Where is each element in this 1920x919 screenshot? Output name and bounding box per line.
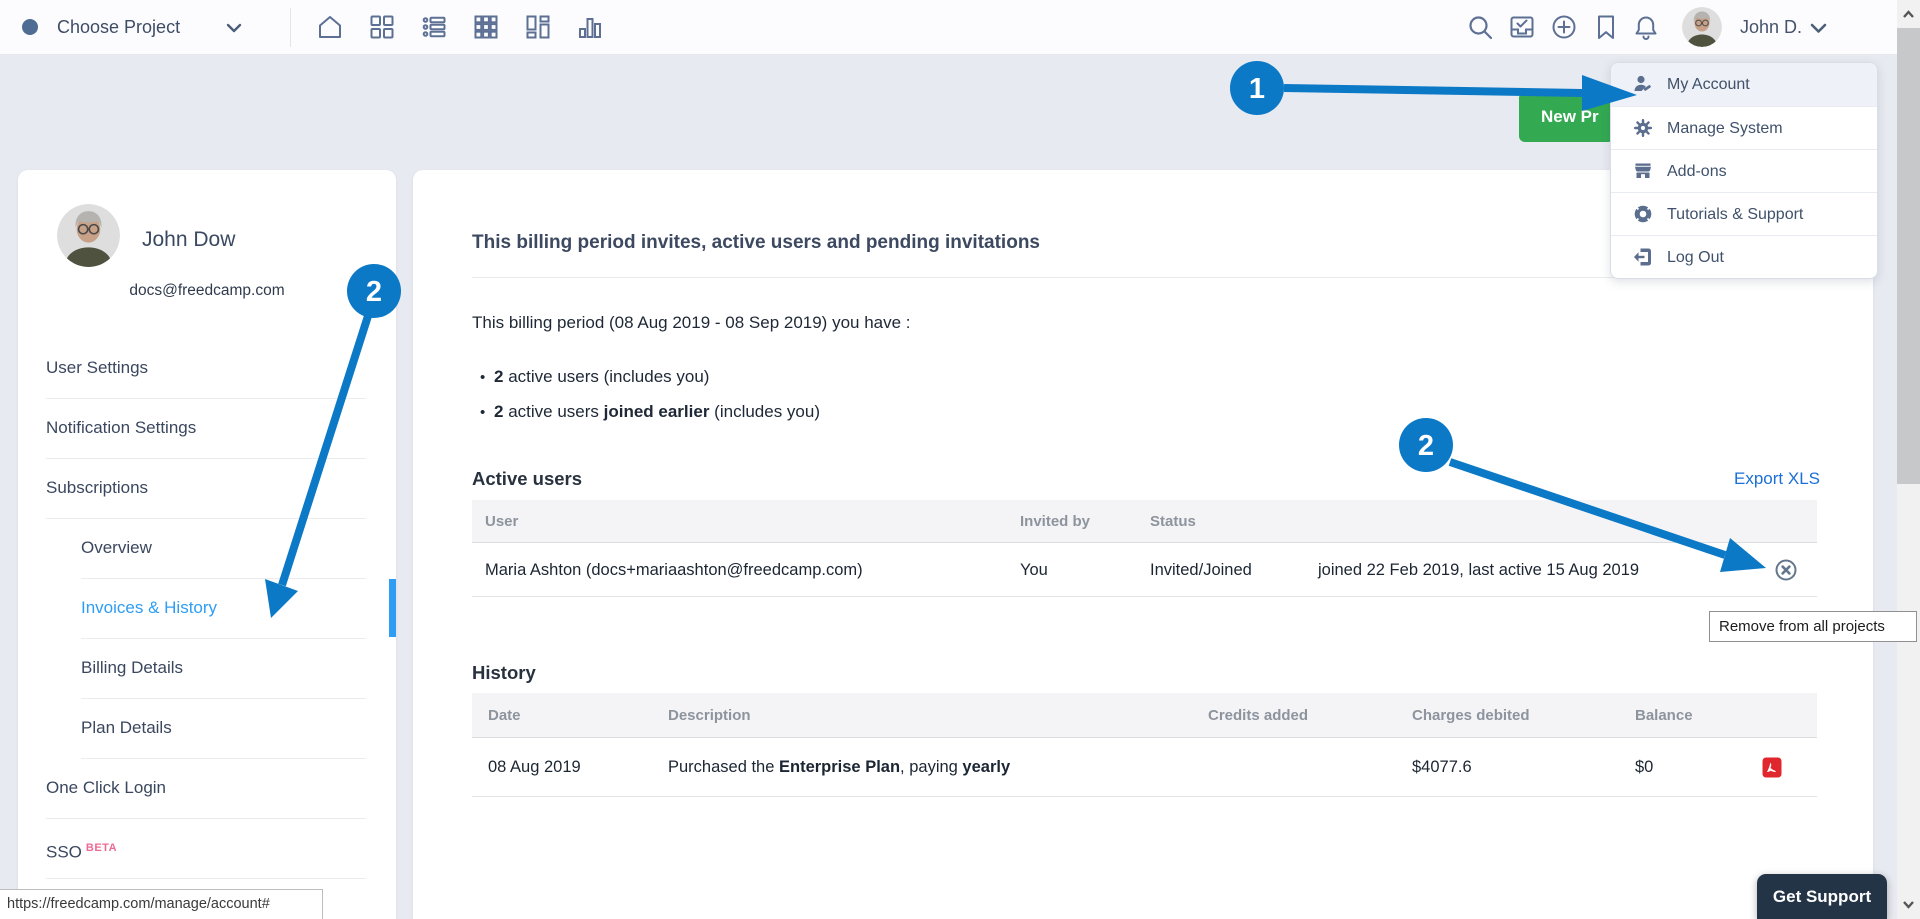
col-description: Description [668,693,751,738]
home-icon[interactable] [316,13,344,41]
billing-content-card: This billing period invites, active user… [413,170,1873,919]
col-balance: Balance [1635,693,1693,738]
invited-by-cell: You [1020,543,1048,597]
user-menu-trigger[interactable]: John D. [1740,0,1802,55]
col-charges-debited: Charges debited [1412,693,1530,738]
svg-text:1: 1 [1249,73,1265,105]
activity-cell: joined 22 Feb 2019, last active 15 Aug 2… [1318,543,1639,597]
user-cell: Maria Ashton (docs+mariaashton@freedcamp… [485,543,863,597]
status-cell: Invited/Joined [1150,543,1252,597]
bullet-joined-earlier: •2 active users joined earlier (includes… [480,402,820,422]
projects-grid-icon[interactable] [368,13,396,41]
sidebar-item-plan-details[interactable]: Plan Details [81,698,411,758]
widgets-board-icon[interactable] [524,13,552,41]
sidebar-item-subscriptions[interactable]: Subscriptions [46,458,376,518]
annotation-badge-1 [1230,61,1284,115]
reports-chart-icon[interactable] [576,13,604,41]
scrollbar-thumb[interactable] [1897,28,1920,484]
history-row: 08 Aug 2019 Purchased the Enterprise Pla… [472,738,1817,797]
remove-tooltip: Remove from all projects [1709,611,1917,642]
user-dropdown-menu: My Account Manage System Add-ons Tutoria… [1610,62,1878,279]
col-user: User [485,500,518,543]
page-title: This billing period invites, active user… [472,232,1040,254]
profile-avatar [57,204,120,267]
menu-item-label: My Account [1667,63,1750,106]
tasks-list-icon[interactable] [420,13,448,41]
page-scrollbar[interactable] [1897,0,1920,919]
get-support-button[interactable]: Get Support [1757,874,1887,919]
export-xls-link[interactable]: Export XLS [1734,469,1820,489]
balance-cell: $0 [1635,738,1653,797]
header-divider [290,8,291,47]
project-selector-label[interactable]: Choose Project [57,0,180,55]
billing-period-line: This billing period (08 Aug 2019 - 08 Se… [472,313,911,333]
menu-item-add-ons[interactable]: Add-ons [1611,149,1877,192]
menu-item-label: Tutorials & Support [1667,193,1803,236]
description-cell: Purchased the Enterprise Plan, paying ye… [668,738,1010,797]
beta-badge: BETA [86,842,117,854]
active-user-row: Maria Ashton (docs+mariaashton@freedcamp… [472,543,1817,597]
scroll-up-icon[interactable] [1901,7,1916,22]
bullet-active-users: •2 active users (includes you) [480,367,709,387]
profile-email: docs@freedcamp.com [18,282,396,300]
active-users-table: User Invited by Status Maria Ashton (doc… [472,500,1817,597]
scroll-down-icon[interactable] [1901,897,1916,912]
date-cell: 08 Aug 2019 [488,738,581,797]
menu-item-label: Log Out [1667,236,1724,279]
help-buoy-icon [1633,204,1653,224]
active-users-heading: Active users [472,468,582,490]
col-date: Date [488,693,521,738]
sidebar-item-one-click-login[interactable]: One Click Login [46,758,376,818]
add-new-icon[interactable] [1550,13,1578,41]
active-item-indicator [389,579,396,637]
menu-item-log-out[interactable]: Log Out [1611,235,1877,278]
freedcamp-account-page: Choose Project John D. New Pr My Account… [0,0,1920,919]
menu-item-label: Add-ons [1667,150,1727,193]
charges-cell: $4077.6 [1412,738,1472,797]
sidebar-item-sso[interactable]: SSOBETA [46,818,376,878]
notifications-bell-icon[interactable] [1632,13,1660,41]
top-bar: Choose Project John D. [0,0,1897,55]
logout-icon [1633,247,1653,267]
col-invited-by: Invited by [1020,500,1090,543]
project-color-dot [22,19,38,35]
gear-icon [1633,118,1653,138]
col-credits-added: Credits added [1208,693,1308,738]
chevron-down-icon[interactable] [1810,23,1827,34]
menu-item-label: Manage System [1667,107,1783,150]
sidebar-item-billing-details[interactable]: Billing Details [81,638,411,698]
menu-item-my-account[interactable]: My Account [1611,63,1877,106]
col-status: Status [1150,500,1196,543]
remove-user-icon[interactable] [1774,558,1798,582]
pdf-invoice-icon[interactable] [1762,757,1782,778]
search-icon[interactable] [1466,13,1494,41]
new-project-button[interactable]: New Pr [1519,92,1614,142]
sidebar-item-user-settings[interactable]: User Settings [46,338,376,398]
sidebar-item-invoices-history[interactable]: Invoices & History [81,578,411,638]
store-icon [1633,161,1653,181]
person-edit-icon [1633,74,1653,94]
user-avatar[interactable] [1682,7,1722,47]
history-table: Date Description Credits added Charges d… [472,693,1817,797]
browser-status-bar: https://freedcamp.com/manage/account# [0,889,323,919]
menu-item-manage-system[interactable]: Manage System [1611,106,1877,149]
chevron-down-icon [226,23,242,33]
sidebar-item-overview[interactable]: Overview [81,518,411,578]
history-heading: History [472,662,536,684]
profile-name: John Dow [142,228,235,252]
apps-grid-icon[interactable] [472,13,500,41]
account-sidebar: John Dow docs@freedcamp.com User Setting… [18,170,396,919]
history-table-header: Date Description Credits added Charges d… [472,693,1817,738]
inbox-tasks-icon[interactable] [1508,13,1536,41]
sidebar-item-notification-settings[interactable]: Notification Settings [46,398,376,458]
active-users-table-header: User Invited by Status [472,500,1817,543]
bookmark-icon[interactable] [1592,13,1620,41]
menu-item-tutorials-support[interactable]: Tutorials & Support [1611,192,1877,235]
